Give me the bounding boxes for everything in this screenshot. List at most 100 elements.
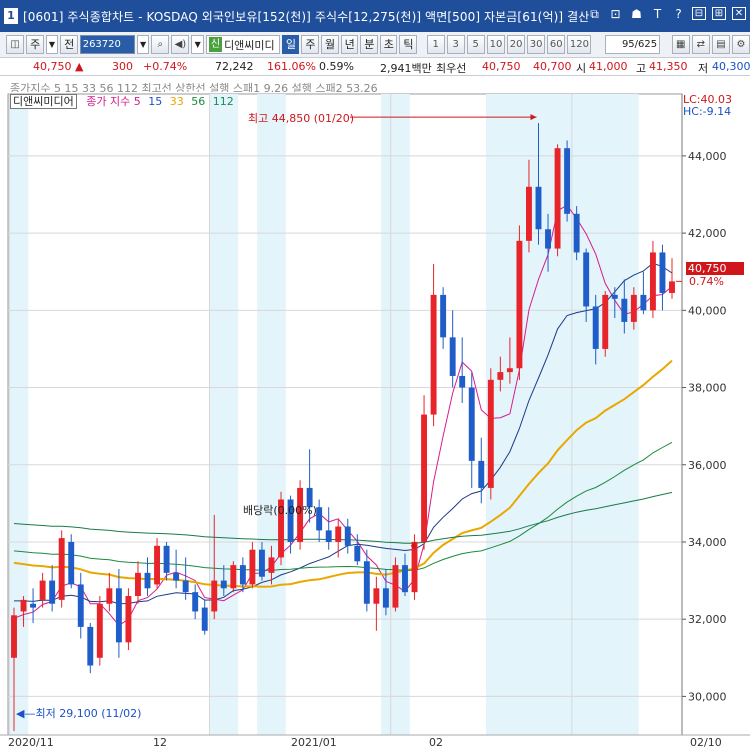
candle-body (125, 596, 132, 643)
high-price: 41,350 (649, 60, 688, 73)
candle-body (545, 229, 551, 249)
candle-body (258, 549, 265, 577)
legend-ma112: 112 (212, 95, 234, 108)
price-chart[interactable]: 30,000 32,000 34,000 36,000 38,000 40,000 42,0… (0, 76, 750, 750)
stock-code-input[interactable]: 263720 (79, 35, 135, 54)
prev-button[interactable]: 전 (60, 35, 78, 54)
candle-body (592, 306, 599, 349)
window-copy-icon[interactable]: ⧉ (587, 7, 602, 22)
price-change-pct: +0.74% (143, 60, 188, 73)
candle-body (354, 545, 361, 562)
open-label: 시 (576, 62, 587, 75)
candle-body (211, 580, 218, 612)
period-tick-button[interactable]: 틱 (399, 35, 417, 54)
toolbar: ◫ 주 ▼ 전 263720 ▼ ⌕ ◀) ▼ 신 디앤씨미디 일 주 월 년 … (0, 32, 750, 58)
pin-icon[interactable]: ☗ (629, 7, 644, 22)
window-restore-icon[interactable]: ⊡ (608, 7, 623, 22)
legend: 디앤씨미디어 종가 지수 5 15 33 56 112 (10, 93, 234, 109)
layout-toggle-icon[interactable]: ◫ (6, 35, 25, 54)
candle-body (554, 148, 561, 249)
candle-body (239, 565, 246, 585)
hc-value: HC:-9.14 (683, 105, 732, 118)
swap-icon[interactable]: ⇄ (691, 35, 710, 54)
candle-body (11, 615, 17, 658)
y-tick-label: 42,000 (688, 227, 727, 240)
data-count-input[interactable]: 95/625 (605, 35, 661, 54)
legend-faded-line: 종가지수 5 15 33 56 112 최고선 상한선 설행 스패1 9.26 … (10, 82, 378, 92)
x-label-2: 2021/01 (291, 736, 337, 749)
candle-body (573, 213, 580, 253)
interval-120-button[interactable]: 120 (566, 35, 591, 54)
period-unit-select[interactable]: 주 (26, 35, 44, 54)
stock-name-field[interactable]: 신 디앤씨미디 (205, 35, 280, 54)
low-annotation: ◀—최저 29,100 (11/02) (16, 707, 142, 720)
code-dropdown-icon[interactable]: ▼ (136, 35, 150, 54)
period-week-button[interactable]: 주 (301, 35, 320, 54)
period-year-button[interactable]: 년 (340, 35, 359, 54)
candle-body (154, 545, 160, 585)
chevron-down-icon[interactable]: ▼ (45, 35, 59, 54)
candle-body (201, 607, 208, 631)
interval-30-button[interactable]: 30 (526, 35, 545, 54)
candle-body (411, 541, 418, 593)
new-badge: 신 (208, 37, 223, 52)
legend-ma5: 5 (133, 95, 141, 108)
candle-body (506, 368, 513, 373)
candle-body (77, 584, 84, 627)
interval-5-button[interactable]: 5 (466, 35, 485, 54)
minimize-icon[interactable]: ⊟ (692, 7, 706, 20)
interval-3-button[interactable]: 3 (446, 35, 465, 54)
quote-bar: 40,750 ▲ 300 +0.74% 72,242 161.06% 0.59%… (0, 58, 750, 76)
y-tick-label: 34,000 (688, 536, 727, 549)
volume-ratio: 161.06% (267, 60, 316, 73)
candle-body (478, 460, 485, 488)
turnover-rate: 0.59% (319, 60, 354, 73)
maximize-icon[interactable]: ⊞ (712, 7, 726, 20)
search-icon[interactable]: ⌕ (151, 35, 170, 54)
candle-body (564, 148, 571, 214)
current-price-badge: 40,750 (686, 262, 744, 275)
candle-body (373, 588, 380, 604)
candle-body (611, 294, 618, 299)
candle-body (182, 580, 189, 593)
candle-body (173, 572, 180, 581)
candle-body (468, 387, 475, 461)
speaker-icon[interactable]: ◀) (171, 35, 190, 54)
legend-ma33: 33 (169, 95, 184, 108)
list-icon[interactable]: ▤ (711, 35, 730, 54)
grid-settings-icon[interactable]: ▦ (671, 35, 690, 54)
candle-body (421, 414, 428, 542)
period-month-button[interactable]: 월 (321, 35, 339, 54)
gear-icon[interactable]: ⚙ (731, 35, 750, 54)
font-icon[interactable]: T (650, 7, 665, 22)
candle-body (192, 592, 199, 612)
candle-body (39, 580, 46, 600)
period-day-button[interactable]: 일 (281, 35, 300, 54)
shade-band (209, 94, 239, 735)
interval-20-button[interactable]: 20 (506, 35, 525, 54)
candle-body (144, 572, 151, 589)
candle-body (163, 545, 170, 573)
interval-10-button[interactable]: 10 (486, 35, 505, 54)
candle-body (449, 337, 456, 376)
menu-dropdown-icon[interactable]: ▼ (191, 35, 204, 54)
candle-body (135, 572, 141, 597)
y-tick-label: 36,000 (688, 459, 727, 472)
candle-body (316, 507, 323, 531)
close-icon[interactable]: ✕ (732, 7, 746, 20)
candle-body (497, 372, 504, 380)
y-tick-label: 44,000 (688, 150, 727, 163)
high-label: 고 (636, 62, 647, 75)
help-icon[interactable]: ? (671, 7, 686, 22)
candle-body (68, 541, 75, 585)
interval-1-button[interactable]: 1 (426, 35, 445, 54)
candle-body (602, 294, 609, 349)
candle-body (583, 252, 590, 307)
interval-60-button[interactable]: 60 (546, 35, 565, 54)
candle-body (535, 186, 542, 230)
candle-body (669, 281, 675, 293)
period-second-button[interactable]: 초 (379, 35, 398, 54)
period-minute-button[interactable]: 분 (360, 35, 378, 54)
candle-body (96, 603, 103, 658)
low-label: 저 (698, 62, 709, 75)
